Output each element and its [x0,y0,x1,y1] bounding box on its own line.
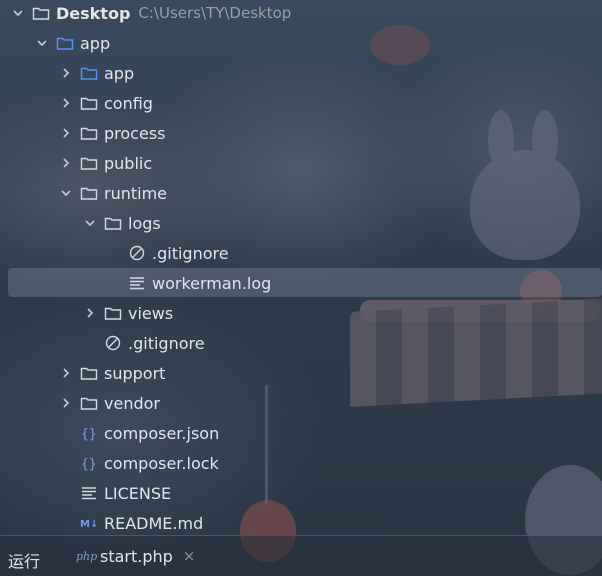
tree-row-public[interactable]: public [0,148,602,178]
folder-icon [104,215,122,231]
ignored-file-icon [128,245,146,261]
svg-text:{}: {} [81,457,97,471]
run-tab-label: start.php [100,546,173,566]
tree-item-label: vendor [104,393,160,413]
tree-row-license[interactable]: LICENSE [0,478,602,508]
tree-row-views[interactable]: views [0,298,602,328]
chevron-right-icon[interactable] [58,395,74,411]
chevron-down-icon[interactable] [34,35,50,51]
tree-item-label: .gitignore [152,243,229,263]
tree-row-runtime[interactable]: runtime [0,178,602,208]
tree-item-label: app [104,63,135,83]
module-folder-icon [80,65,98,81]
tree-row-composer-lock[interactable]: {} composer.lock [0,448,602,478]
folder-icon [32,5,50,21]
json-file-icon: {} [80,425,98,441]
chevron-right-icon[interactable] [58,125,74,141]
tree-item-label: workerman.log [152,273,272,293]
tree-item-label: composer.lock [104,453,219,473]
tree-row-desktop[interactable]: Desktop C:\Users\TY\Desktop [0,0,602,28]
chevron-down-icon[interactable] [82,215,98,231]
run-tab-start-php[interactable]: php start.php × [76,544,195,568]
chevron-right-icon[interactable] [58,65,74,81]
chevron-right-icon[interactable] [58,155,74,171]
tree-row-gitignore-runtime[interactable]: .gitignore [0,328,602,358]
json-file-icon: {} [80,455,98,471]
tree-item-label: app [80,33,111,53]
chevron-right-icon[interactable] [58,95,74,111]
tree-row-config[interactable]: config [0,88,602,118]
root-path: C:\Users\TY\Desktop [138,4,292,22]
folder-icon [104,305,122,321]
tree-row-composer-json[interactable]: {} composer.json [0,418,602,448]
chevron-right-icon[interactable] [82,305,98,321]
tree-row-readme[interactable]: M↓ README.md [0,508,602,538]
php-file-icon: php [76,549,98,563]
tree-item-label: logs [128,213,161,233]
folder-icon [80,185,98,201]
tree-item-label: process [104,123,166,143]
tree-item-label: .gitignore [128,333,205,353]
tree-row-app-sub[interactable]: app [0,58,602,88]
chevron-down-icon[interactable] [58,185,74,201]
tree-item-label: runtime [104,183,168,203]
run-panel-title: 运行 [8,552,41,571]
folder-icon [80,365,98,381]
folder-icon [80,125,98,141]
tree-item-label: Desktop [56,3,131,23]
markdown-file-icon: M↓ [80,515,98,531]
text-file-icon [80,485,98,501]
tree-row-logs[interactable]: logs [0,208,602,238]
ignored-file-icon [104,335,122,351]
tree-item-label: composer.json [104,423,220,443]
tree-item-label: LICENSE [104,483,172,503]
tree-row-workerman-log[interactable]: workerman.log [0,268,602,298]
tree-row-support[interactable]: support [0,358,602,388]
folder-icon [80,395,98,411]
text-file-icon [128,275,146,291]
chevron-down-icon[interactable] [10,5,26,21]
folder-icon [80,95,98,111]
run-panel-header: 运行 php start.php × [0,535,602,576]
tree-item-label: README.md [104,513,204,533]
tree-item-label: config [104,93,153,113]
chevron-right-icon[interactable] [58,365,74,381]
tree-item-label: public [104,153,153,173]
tree-item-label: support [104,363,166,383]
module-folder-icon [56,35,74,51]
folder-icon [80,155,98,171]
tree-item-label: views [128,303,174,323]
svg-text:{}: {} [81,427,97,441]
svg-text:M↓: M↓ [80,519,98,530]
tree-row-gitignore-logs[interactable]: .gitignore [0,238,602,268]
close-icon[interactable]: × [183,547,196,565]
tree-row-vendor[interactable]: vendor [0,388,602,418]
tree-row-process[interactable]: process [0,118,602,148]
tree-row-app[interactable]: app [0,28,602,58]
